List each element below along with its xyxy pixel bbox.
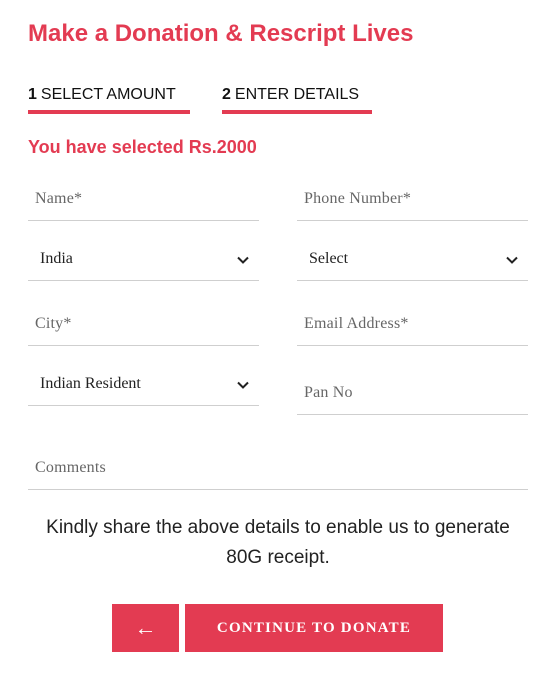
pan-placeholder: Pan No [304,384,353,401]
city-field[interactable]: City* [28,305,259,346]
country-value: India [40,250,73,267]
receipt-note: Kindly share the above details to enable… [46,517,510,568]
selected-amount-text: You have selected Rs.2000 [28,137,257,157]
name-placeholder: Name* [35,190,83,207]
back-button[interactable]: ← [112,604,179,652]
chevron-down-icon [237,381,249,389]
residency-select[interactable]: Indian Resident [28,365,259,406]
step-label: SELECT AMOUNT [40,86,176,103]
state-select[interactable]: Select [297,240,528,281]
chevron-down-icon [237,256,249,264]
step-number: 1 [28,86,37,103]
step-select-amount[interactable]: 1 SELECT AMOUNT [28,86,190,114]
step-enter-details[interactable]: 2 ENTER DETAILS [222,86,372,114]
pan-field[interactable]: Pan No [297,374,528,415]
email-field[interactable]: Email Address* [297,305,528,346]
city-placeholder: City* [35,315,72,332]
page-title: Make a Donation & Rescript Lives [28,20,414,47]
step-number: 2 [222,86,231,103]
continue-to-donate-button[interactable]: CONTINUE TO DONATE [185,604,443,652]
country-select[interactable]: India [28,240,259,281]
email-placeholder: Email Address* [304,315,409,332]
phone-field[interactable]: Phone Number* [297,180,528,221]
comments-placeholder: Comments [35,459,106,476]
residency-value: Indian Resident [40,375,141,392]
phone-placeholder: Phone Number* [304,190,412,207]
arrow-left-icon: ← [134,615,157,640]
comments-field[interactable]: Comments [28,449,528,490]
name-field[interactable]: Name* [28,180,259,221]
chevron-down-icon [506,256,518,264]
state-value: Select [309,250,349,267]
step-label: ENTER DETAILS [234,86,360,103]
